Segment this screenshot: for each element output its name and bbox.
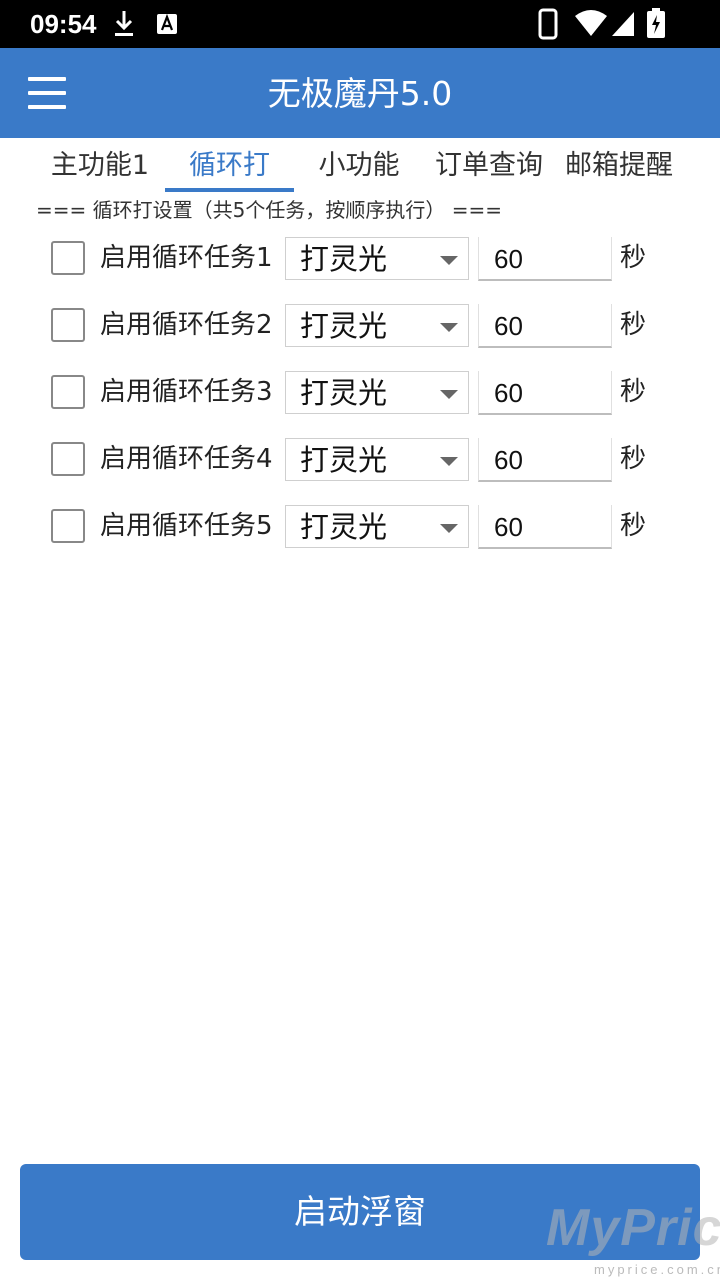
task-enable-checkbox[interactable] (51, 241, 85, 275)
font-a-icon (157, 13, 177, 34)
task-seconds-input[interactable]: 60 (478, 237, 612, 281)
tab-label: 循环打 (189, 150, 270, 181)
watermark: MyPrice myprice.com.cn (546, 1196, 720, 1280)
task-row: 启用循环任务4 打灵光 60 秒 (0, 435, 720, 485)
signal-icon (612, 12, 634, 36)
seconds-unit: 秒 (620, 310, 647, 340)
tab-order-query[interactable]: 订单查询 (428, 146, 550, 192)
input-value: 60 (494, 311, 523, 341)
tab-label: 小功能 (318, 150, 400, 181)
select-value: 打灵光 (300, 443, 388, 477)
tab-label: 订单查询 (435, 150, 543, 181)
input-value: 60 (494, 445, 523, 475)
tab-main-function[interactable]: 主功能1 (44, 146, 156, 192)
task-label: 启用循环任务4 (100, 444, 273, 474)
seconds-unit: 秒 (620, 377, 647, 407)
task-action-select[interactable]: 打灵光 (285, 438, 469, 481)
task-seconds-input[interactable]: 60 (478, 304, 612, 348)
task-enable-checkbox[interactable] (51, 308, 85, 342)
seconds-unit: 秒 (620, 444, 647, 474)
task-label: 启用循环任务5 (100, 511, 273, 541)
section-header: === 循环打设置（共5个任务，按顺序执行） === (36, 198, 502, 222)
tab-small-functions[interactable]: 小功能 (303, 146, 415, 192)
tab-label: 邮箱提醒 (565, 150, 673, 181)
status-time: 09:54 (30, 9, 97, 39)
download-icon (115, 11, 133, 36)
wifi-icon (575, 10, 607, 36)
task-action-select[interactable]: 打灵光 (285, 237, 469, 280)
select-value: 打灵光 (300, 510, 388, 544)
task-row: 启用循环任务5 打灵光 60 秒 (0, 502, 720, 552)
seconds-unit: 秒 (620, 243, 647, 273)
task-seconds-input[interactable]: 60 (478, 438, 612, 482)
task-enable-checkbox[interactable] (51, 375, 85, 409)
task-action-select[interactable]: 打灵光 (285, 371, 469, 414)
task-enable-checkbox[interactable] (51, 442, 85, 476)
phone-icon (538, 8, 558, 40)
task-label: 启用循环任务2 (100, 310, 273, 340)
seconds-unit: 秒 (620, 511, 647, 541)
tab-loop-attack[interactable]: 循环打 (165, 146, 294, 192)
dropdown-arrow-icon (440, 390, 458, 399)
input-value: 60 (494, 512, 523, 542)
task-row: 启用循环任务2 打灵光 60 秒 (0, 301, 720, 351)
status-bar: 09:54 (0, 0, 720, 48)
task-action-select[interactable]: 打灵光 (285, 304, 469, 347)
watermark-url: myprice.com.cn (594, 1262, 720, 1277)
dropdown-arrow-icon (440, 256, 458, 265)
tab-bar: 主功能1 循环打 小功能 订单查询 邮箱提醒 (0, 138, 720, 194)
battery-charging-icon (647, 8, 665, 38)
task-seconds-input[interactable]: 60 (478, 505, 612, 549)
app-title: 无极魔丹5.0 (267, 74, 453, 113)
input-value: 60 (494, 244, 523, 274)
dropdown-arrow-icon (440, 323, 458, 332)
task-seconds-input[interactable]: 60 (478, 371, 612, 415)
dropdown-arrow-icon (440, 524, 458, 533)
select-value: 打灵光 (300, 242, 388, 276)
task-label: 启用循环任务1 (100, 243, 273, 273)
task-enable-checkbox[interactable] (51, 509, 85, 543)
app-bar: 无极魔丹5.0 (0, 48, 720, 138)
tab-email-reminder[interactable]: 邮箱提醒 (558, 146, 680, 192)
task-label: 启用循环任务3 (100, 377, 273, 407)
task-row: 启用循环任务1 打灵光 60 秒 (0, 234, 720, 284)
input-value: 60 (494, 378, 523, 408)
tab-label: 主功能1 (50, 150, 150, 181)
task-row: 启用循环任务3 打灵光 60 秒 (0, 368, 720, 418)
dropdown-arrow-icon (440, 457, 458, 466)
watermark-brand: MyPrice (546, 1199, 720, 1257)
task-action-select[interactable]: 打灵光 (285, 505, 469, 548)
select-value: 打灵光 (300, 309, 388, 343)
select-value: 打灵光 (300, 376, 388, 410)
